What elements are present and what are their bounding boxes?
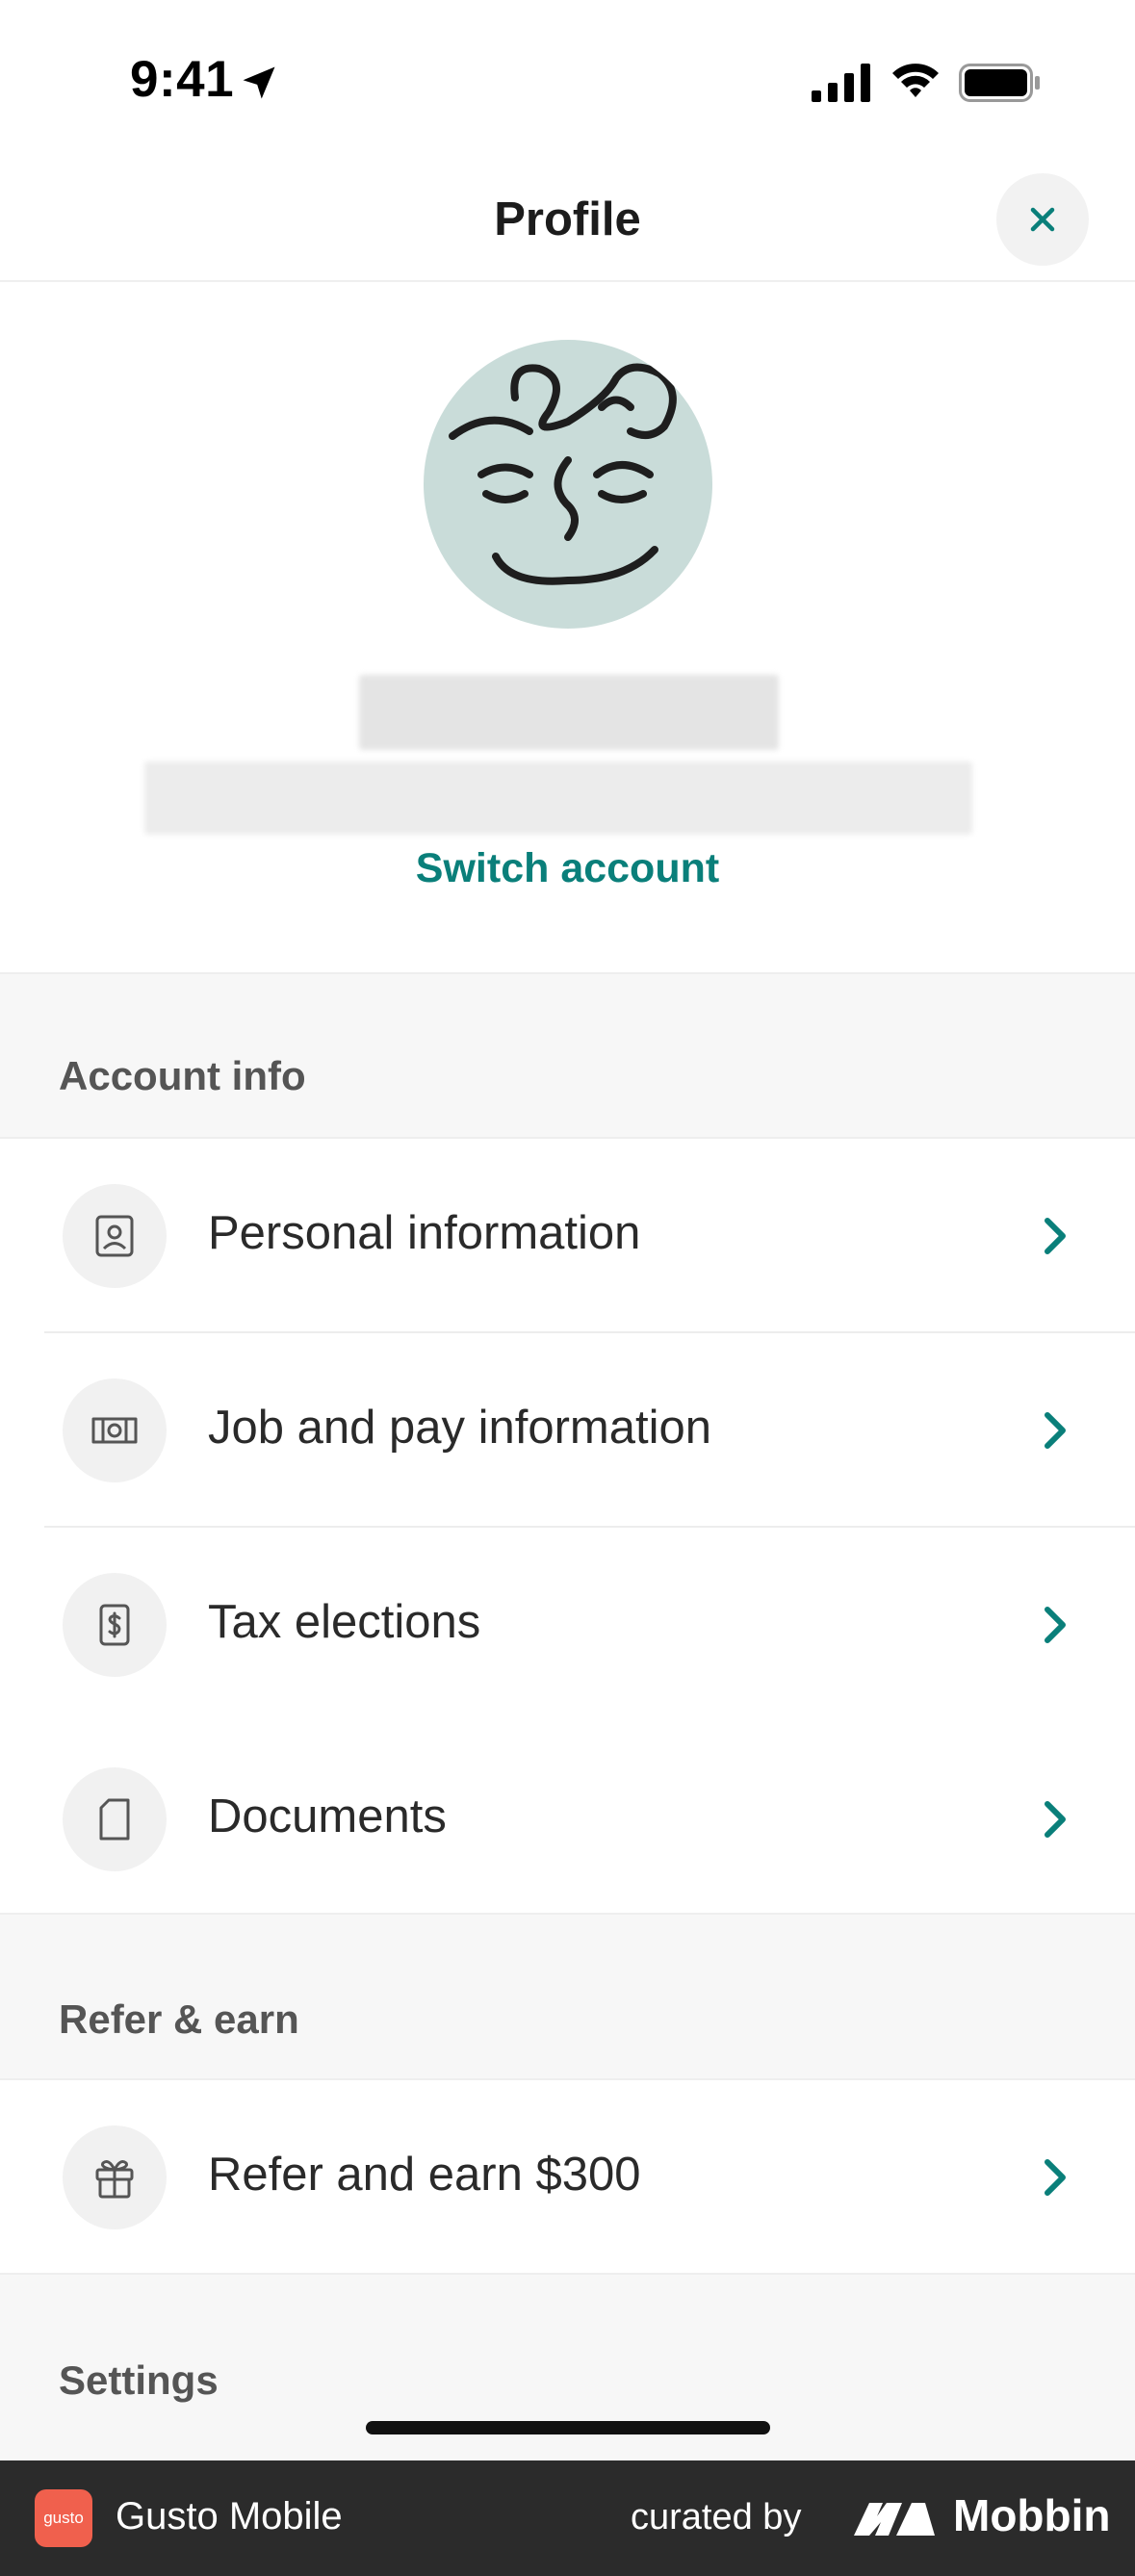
section-account-info: Account info [0,972,1135,1139]
cellular-signal-icon [812,64,870,102]
mobbin-logo-icon [854,2503,935,2536]
battery-icon [959,64,1040,102]
wifi-icon [892,64,939,97]
face-illustration-icon [449,363,677,585]
home-indicator [366,2421,770,2434]
chevron-right-icon [1045,1607,1066,1643]
footer-banner: gusto Gusto Mobile curated by Mobbin [0,2460,1135,2576]
section-label: Refer & earn [59,1996,299,2042]
tax-elections-row[interactable]: Tax elections [0,1528,1135,1722]
nav-header: Profile [0,164,1135,282]
chevron-right-icon [1045,1412,1066,1449]
row-label: Refer and earn $300 [208,2149,641,2201]
row-label: Personal information [208,1207,641,1259]
footer-curated-by: curated by [631,2497,802,2537]
chevron-right-icon [1045,2159,1066,2196]
dollar-document-icon [99,1604,130,1646]
status-time: 9:41 [130,51,235,108]
user-name-redacted [359,675,779,750]
close-button[interactable] [996,173,1089,266]
close-icon [1030,207,1055,232]
row-label: Documents [208,1790,447,1842]
footer-app-name: Gusto Mobile [116,2495,343,2537]
avatar[interactable] [424,340,712,629]
documents-row[interactable]: Documents [0,1722,1135,1917]
personal-information-row[interactable]: Personal information [0,1139,1135,1333]
gift-icon [95,2160,134,2199]
money-bill-icon [91,1417,138,1444]
switch-account-link[interactable]: Switch account [0,845,1135,892]
person-card-icon [95,1215,134,1257]
footer-brand: Mobbin [953,2490,1111,2540]
document-icon [99,1798,130,1841]
job-pay-information-row[interactable]: Job and pay information [0,1333,1135,1528]
section-refer-earn: Refer & earn [0,1913,1135,2080]
gusto-logo: gusto [35,2489,92,2547]
row-label: Tax elections [208,1596,481,1648]
section-label: Account info [59,1053,306,1098]
row-label: Job and pay information [208,1402,711,1454]
section-label: Settings [59,2357,219,2403]
refer-and-earn-row[interactable]: Refer and earn $300 [0,2080,1135,2275]
profile-summary: Switch account [0,282,1135,972]
page-title: Profile [494,193,641,245]
chevron-right-icon [1045,1801,1066,1838]
location-arrow-icon [243,66,275,99]
status-bar: 9:41 [0,0,1135,164]
chevron-right-icon [1045,1218,1066,1254]
user-email-redacted [144,761,972,835]
